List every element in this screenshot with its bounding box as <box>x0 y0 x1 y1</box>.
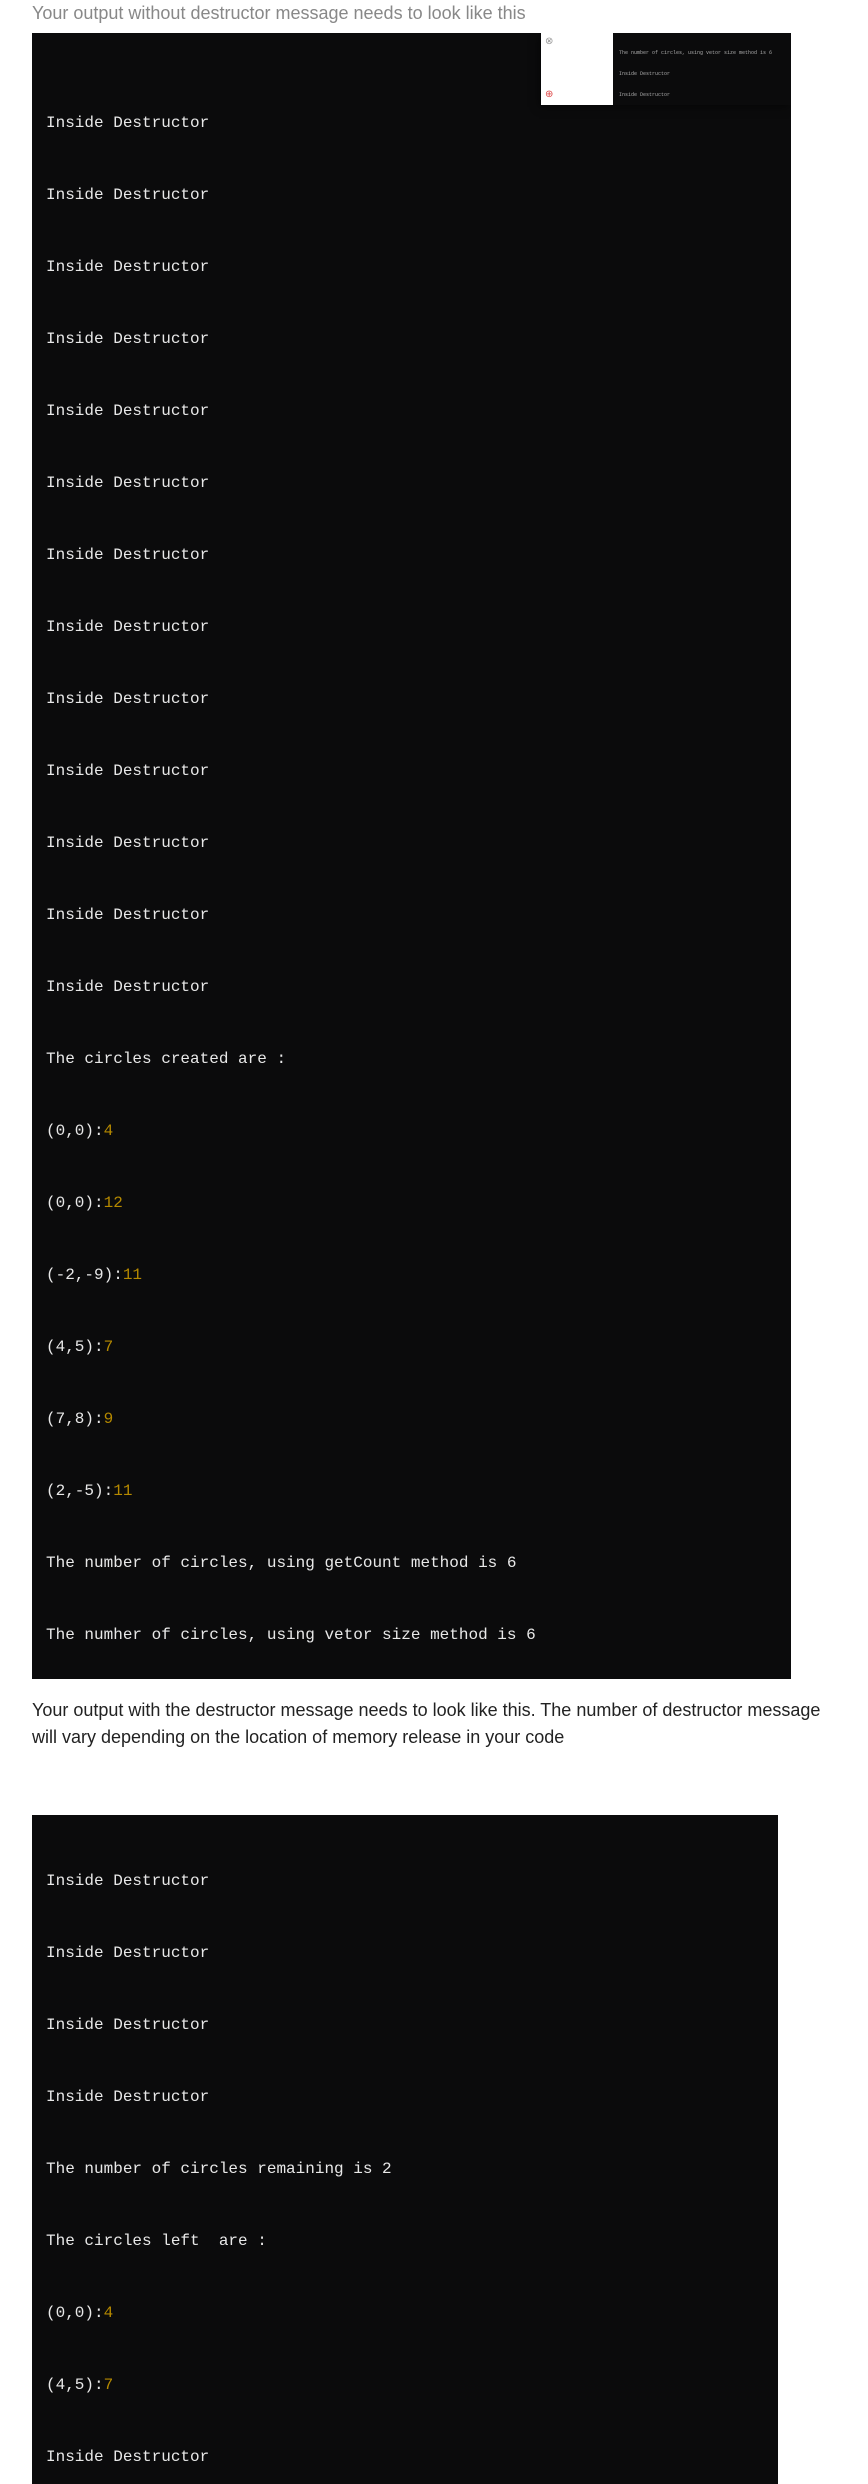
circle-coord: (7,8): <box>46 1410 104 1428</box>
terminal-line: Inside Destructor <box>46 255 777 279</box>
terminal-line: Inside Destructor <box>46 1941 764 1965</box>
terminal-line: Inside Destructor <box>46 687 777 711</box>
terminal-line: Inside Destructor <box>46 831 777 855</box>
terminal-line: Inside Destructor <box>46 975 777 999</box>
circle-radius: 11 <box>113 1482 132 1500</box>
terminal-line: Inside Destructor <box>46 543 777 567</box>
terminal-line: The number of circles remaining is 2 <box>46 2157 764 2181</box>
circle-line: (4,5):7 <box>46 2373 764 2397</box>
circle-radius: 4 <box>104 2304 114 2322</box>
thumbnail-whitepane: ⊗ ⊕ <box>541 33 613 105</box>
circle-line: (2,-5):11 <box>46 1479 777 1503</box>
terminal-line: Inside Destructor <box>46 183 777 207</box>
circle-coord: (-2,-9): <box>46 1266 123 1284</box>
circle-coord: (0,0): <box>46 2304 104 2322</box>
terminal-line: Inside Destructor <box>46 903 777 927</box>
circle-line: (0,0):12 <box>46 1191 777 1215</box>
circle-line: (-2,-9):11 <box>46 1263 777 1287</box>
circle-radius: 7 <box>104 1338 114 1356</box>
terminal-line: Inside Destructor <box>46 2085 764 2109</box>
image-preview-thumbnail[interactable]: ⊗ ⊕ The number of circles, using vetor s… <box>541 33 791 105</box>
terminal-line: The circles created are : <box>46 1047 777 1071</box>
circle-coord: (4,5): <box>46 2376 104 2394</box>
circle-line: (0,0):4 <box>46 2301 764 2325</box>
terminal-line: Inside Destructor <box>46 111 777 135</box>
thumbnail-line: Inside Destructor <box>619 92 785 99</box>
terminal-line: Inside Destructor <box>46 471 777 495</box>
instruction-text-1: Your output without destructor message n… <box>0 0 868 33</box>
circle-radius: 7 <box>104 2376 114 2394</box>
thumbnail-line: Inside Destructor <box>619 71 785 78</box>
terminal-line: The number of circles, using getCount me… <box>46 1551 777 1575</box>
circle-radius: 12 <box>104 1194 123 1212</box>
circle-coord: (0,0): <box>46 1194 104 1212</box>
circle-line: (7,8):9 <box>46 1407 777 1431</box>
terminal-line: The circles left are : <box>46 2229 764 2253</box>
circle-coord: (2,-5): <box>46 1482 113 1500</box>
terminal-output-2: Inside Destructor Inside Destructor Insi… <box>32 1815 778 2484</box>
terminal-line: The numher of circles, using vetor size … <box>46 1623 777 1647</box>
terminal-line: Inside Destructor <box>46 327 777 351</box>
terminal-line: Inside Destructor <box>46 759 777 783</box>
terminal-line: Inside Destructor <box>46 399 777 423</box>
terminal-line: Inside Destructor <box>46 2013 764 2037</box>
thumbnail-line: The number of circles, using vetor size … <box>619 50 785 57</box>
circle-radius: 11 <box>123 1266 142 1284</box>
terminal-line: Inside Destructor <box>46 2445 764 2469</box>
thumbnail-preview-content: The number of circles, using vetor size … <box>613 33 791 105</box>
circle-line: (0,0):4 <box>46 1119 777 1143</box>
instruction-text-2: Your output with the destructor message … <box>0 1697 868 1759</box>
circle-radius: 9 <box>104 1410 114 1428</box>
zoom-icon[interactable]: ⊕ <box>545 88 553 103</box>
terminal-output-1: ⊗ ⊕ The number of circles, using vetor s… <box>32 33 791 1679</box>
terminal-line: Inside Destructor <box>46 615 777 639</box>
circle-coord: (0,0): <box>46 1122 104 1140</box>
terminal-line: Inside Destructor <box>46 1869 764 1893</box>
circle-line: (4,5):7 <box>46 1335 777 1359</box>
circle-coord: (4,5): <box>46 1338 104 1356</box>
close-icon[interactable]: ⊗ <box>545 35 553 50</box>
circle-radius: 4 <box>104 1122 114 1140</box>
